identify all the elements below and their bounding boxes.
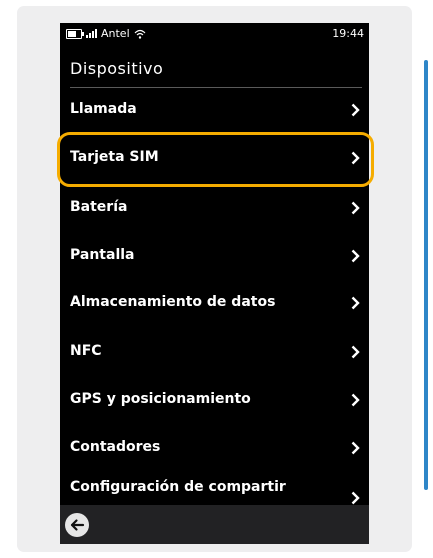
- chevron-right-icon: [351, 103, 360, 117]
- menu-item-label: Batería: [70, 199, 128, 215]
- menu-item-label: GPS y posicionamiento: [70, 391, 251, 407]
- menu-item-llamada[interactable]: Llamada: [60, 87, 369, 135]
- status-time: 19:44: [332, 27, 364, 40]
- wifi-icon: [134, 29, 146, 39]
- chevron-right-icon: [351, 441, 360, 455]
- chevron-right-icon: [351, 249, 360, 263]
- chevron-right-icon: [351, 491, 360, 505]
- chevron-right-icon: [351, 201, 360, 215]
- menu-item-bateria[interactable]: Batería: [60, 185, 369, 233]
- menu-item-pantalla[interactable]: Pantalla: [60, 233, 369, 281]
- phone-screen: Antel 19:44 Dispositivo Llamada Tarjeta …: [60, 23, 369, 544]
- carrier-name: Antel: [101, 27, 130, 40]
- chevron-right-icon: [351, 151, 360, 165]
- battery-icon: [66, 28, 84, 39]
- menu-item-label: Llamada: [70, 101, 137, 117]
- menu-item-label: NFC: [70, 343, 102, 359]
- arrow-left-icon: [70, 519, 85, 531]
- bottom-toolbar: [60, 505, 369, 544]
- menu-item-label: Configuración de compartir: [70, 479, 286, 495]
- menu-item-label: Contadores: [70, 439, 161, 455]
- menu-item-tarjeta-sim[interactable]: Tarjeta SIM: [60, 135, 369, 183]
- menu-item-label: Tarjeta SIM: [70, 149, 159, 165]
- chevron-right-icon: [351, 393, 360, 407]
- page-title: Dispositivo: [70, 59, 164, 78]
- menu-item-gps[interactable]: GPS y posicionamiento: [60, 377, 369, 425]
- chevron-right-icon: [351, 296, 360, 310]
- menu-item-label: Almacenamiento de datos: [70, 294, 276, 310]
- chevron-right-icon: [351, 345, 360, 359]
- menu-item-nfc[interactable]: NFC: [60, 329, 369, 377]
- status-bar: Antel 19:44: [60, 23, 369, 43]
- back-button[interactable]: [65, 513, 89, 537]
- signal-icon: [86, 29, 97, 38]
- menu-item-almacenamiento[interactable]: Almacenamiento de datos: [60, 280, 369, 328]
- status-left: Antel: [66, 27, 146, 40]
- accent-bar: [424, 60, 428, 490]
- menu-item-label: Pantalla: [70, 247, 135, 263]
